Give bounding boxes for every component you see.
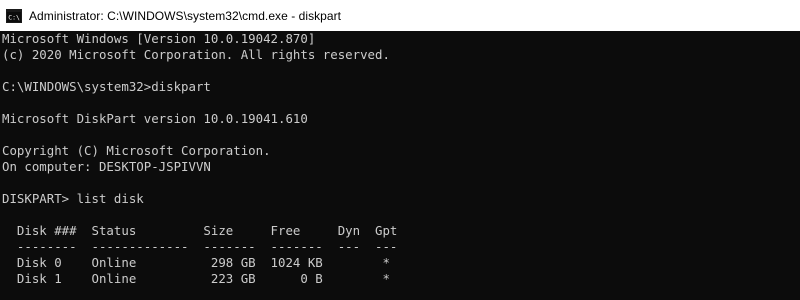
console-line: Copyright (C) Microsoft Corporation. [2, 143, 271, 158]
disk-table-header: Disk ### Status Size Free Dyn Gpt [2, 223, 398, 238]
console-line: DISKPART> list disk [2, 191, 144, 206]
window-title: Administrator: C:\WINDOWS\system32\cmd.e… [29, 8, 342, 23]
disk-table-separator: -------- ------------- ------- ------- -… [2, 239, 398, 254]
console-line: Microsoft Windows [Version 10.0.19042.87… [2, 31, 316, 46]
console-line: C:\WINDOWS\system32>diskpart [2, 79, 211, 94]
console-line: (c) 2020 Microsoft Corporation. All righ… [2, 47, 390, 62]
console-line: On computer: DESKTOP-JSPIVVN [2, 159, 211, 174]
cmd-icon: C:\ [6, 8, 22, 24]
title-bar[interactable]: C:\ Administrator: C:\WINDOWS\system32\c… [0, 0, 800, 31]
console-line: Microsoft DiskPart version 10.0.19041.61… [2, 111, 308, 126]
console-output[interactable]: Microsoft Windows [Version 10.0.19042.87… [2, 31, 800, 300]
disk-table-row: Disk 0 Online 298 GB 1024 KB * [2, 255, 390, 270]
cmd-window: C:\ Administrator: C:\WINDOWS\system32\c… [0, 0, 800, 300]
svg-text:C:\: C:\ [8, 13, 20, 21]
disk-table-row: Disk 1 Online 223 GB 0 B * [2, 271, 390, 286]
